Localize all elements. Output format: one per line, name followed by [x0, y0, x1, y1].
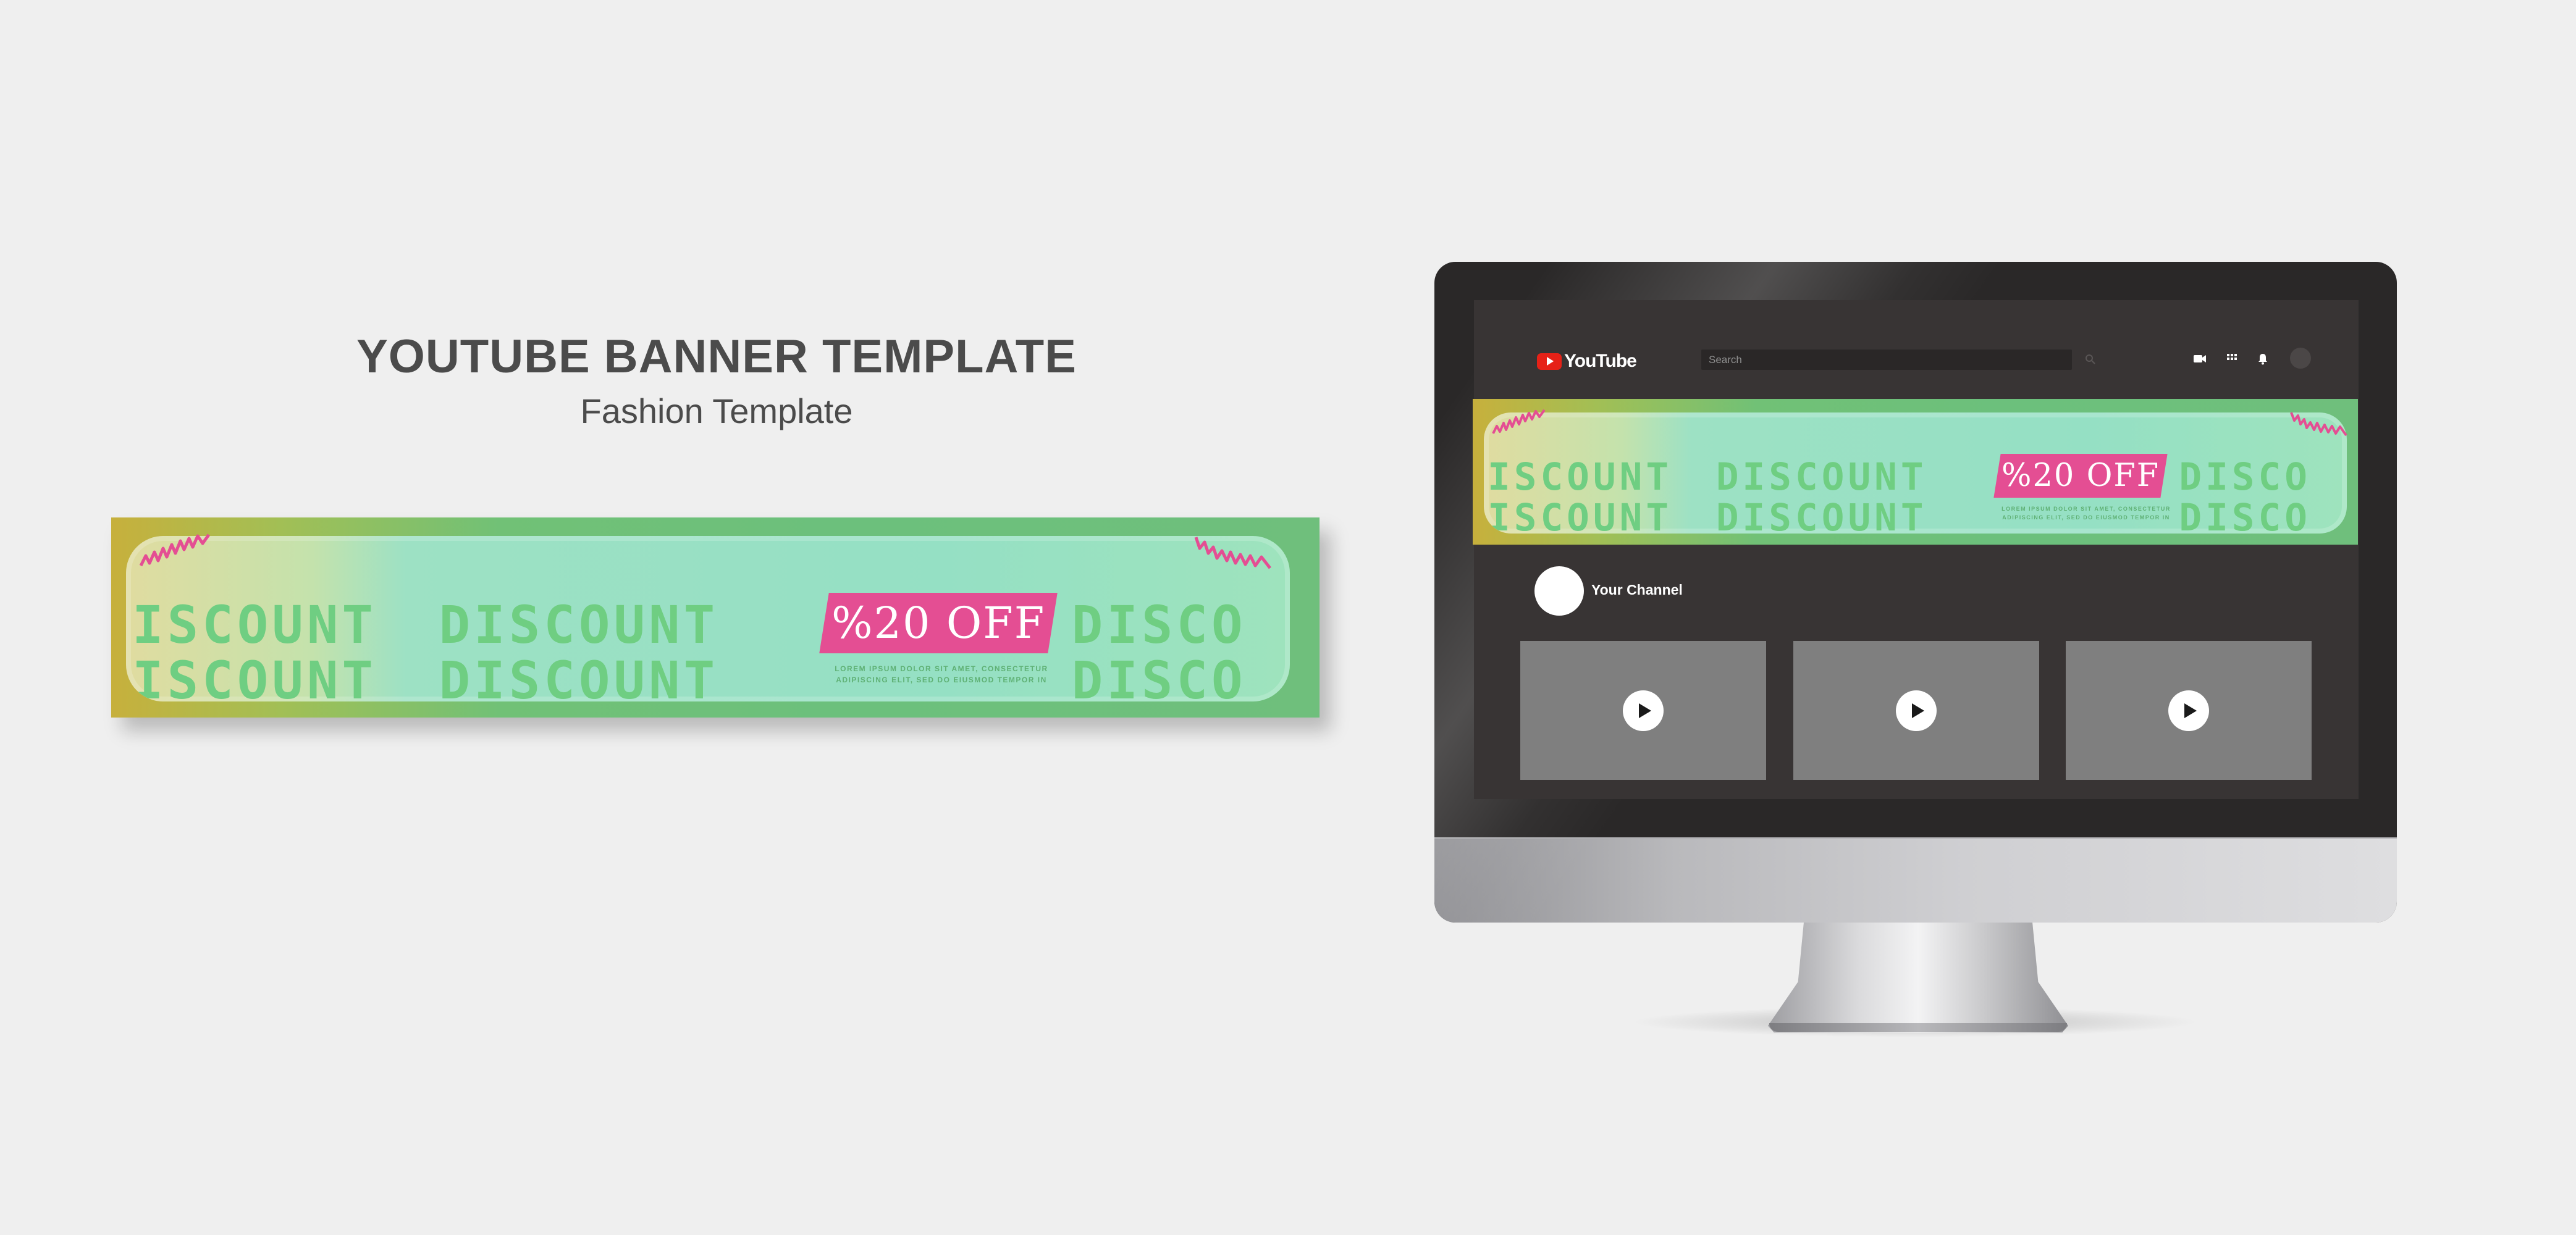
search-icon[interactable] — [2083, 352, 2098, 367]
banner-caption-line: ADIPISCING ELIT, SED DO EIUSMOD TEMPOR I… — [836, 676, 1047, 684]
discount-text: %20 OFF — [831, 598, 1046, 648]
apps-grid-icon[interactable] — [2223, 350, 2241, 368]
discount-tag: %20 OFF — [1993, 454, 2168, 498]
banner-word: DISCO — [1071, 595, 1247, 655]
banner-word: ISCOUNT — [1488, 496, 1673, 534]
banner-caption-line: LOREM IPSUM DOLOR SIT AMET, CONSECTETUR — [835, 664, 1048, 673]
banner-inner-panel: ISCOUNT DISCOUNT DISCO ISCOUNT DISCOUNT … — [126, 536, 1290, 701]
channel-banner: ISCOUNT DISCOUNT DISCO ISCOUNT DISCOUNT … — [1473, 399, 2358, 545]
squiggle-icon — [2290, 412, 2347, 437]
youtube-play-logo-icon — [1537, 353, 1562, 370]
banner-word: DISCOUNT — [439, 595, 719, 655]
banner-word: DISCOUNT — [439, 650, 719, 701]
channel-name[interactable]: Your Channel — [1591, 582, 1683, 598]
banner-caption-line: LOREM IPSUM DOLOR SIT AMET, CONSECTETUR — [2001, 506, 2171, 512]
banner-word: ISCOUNT — [1488, 455, 1673, 499]
banner-word: DISCO — [1071, 650, 1247, 701]
heading: YOUTUBE BANNER TEMPLATE Fashion Template — [346, 333, 1087, 429]
banner-word: ISCOUNT — [132, 595, 377, 655]
banner-preview: ISCOUNT DISCOUNT DISCO ISCOUNT DISCOUNT … — [111, 517, 1320, 718]
video-thumbnail[interactable] — [2066, 641, 2312, 780]
bell-icon[interactable] — [2254, 350, 2272, 368]
video-thumbnail[interactable] — [1793, 641, 2039, 780]
youtube-logo[interactable]: YouTube — [1537, 351, 1637, 372]
banner-caption-line: ADIPISCING ELIT, SED DO EIUSMOD TEMPOR I… — [2002, 514, 2170, 521]
discount-text: %20 OFF — [2001, 458, 2160, 494]
channel-avatar[interactable] — [1534, 566, 1584, 616]
play-icon[interactable] — [2168, 690, 2209, 731]
banner-text-row: ISCOUNT DISCOUNT DISCO — [1488, 499, 2311, 534]
discount-tag: %20 OFF — [819, 593, 1058, 653]
monitor-stand-base — [1769, 1023, 2067, 1032]
squiggle-icon — [1194, 537, 1271, 569]
banner-word: DISCO — [2179, 455, 2311, 499]
banner-caption: LOREM IPSUM DOLOR SIT AMET, CONSECTETUR … — [1997, 505, 2176, 522]
page-subtitle: Fashion Template — [580, 391, 853, 430]
banner-caption: LOREM IPSUM DOLOR SIT AMET, CONSECTETUR … — [818, 663, 1065, 685]
banner-text-row: ISCOUNT DISCOUNT DISCO — [132, 599, 1247, 651]
play-icon[interactable] — [1623, 690, 1664, 731]
squiggle-icon — [139, 534, 211, 567]
play-icon[interactable] — [1896, 690, 1937, 731]
banner-inner-panel: ISCOUNT DISCOUNT DISCO ISCOUNT DISCOUNT … — [1484, 412, 2347, 534]
video-camera-icon[interactable] — [2191, 350, 2209, 368]
banner-word: DISCOUNT — [1715, 455, 1927, 499]
youtube-wordmark: YouTube — [1564, 351, 1637, 371]
search-input[interactable] — [1701, 350, 2072, 370]
banner-text-row: ISCOUNT DISCOUNT DISCO — [132, 655, 1247, 701]
video-thumbnail[interactable] — [1520, 641, 1766, 780]
banner-word: ISCOUNT — [132, 650, 377, 701]
avatar[interactable] — [2290, 348, 2311, 369]
monitor-stand — [1768, 920, 2068, 1032]
banner-word: DISCO — [2179, 496, 2311, 534]
banner-word: DISCOUNT — [1715, 496, 1927, 534]
page-title: YOUTUBE BANNER TEMPLATE — [356, 330, 1077, 383]
banner-text-row: ISCOUNT DISCOUNT DISCO — [1488, 458, 2311, 496]
squiggle-icon — [1492, 409, 1546, 434]
